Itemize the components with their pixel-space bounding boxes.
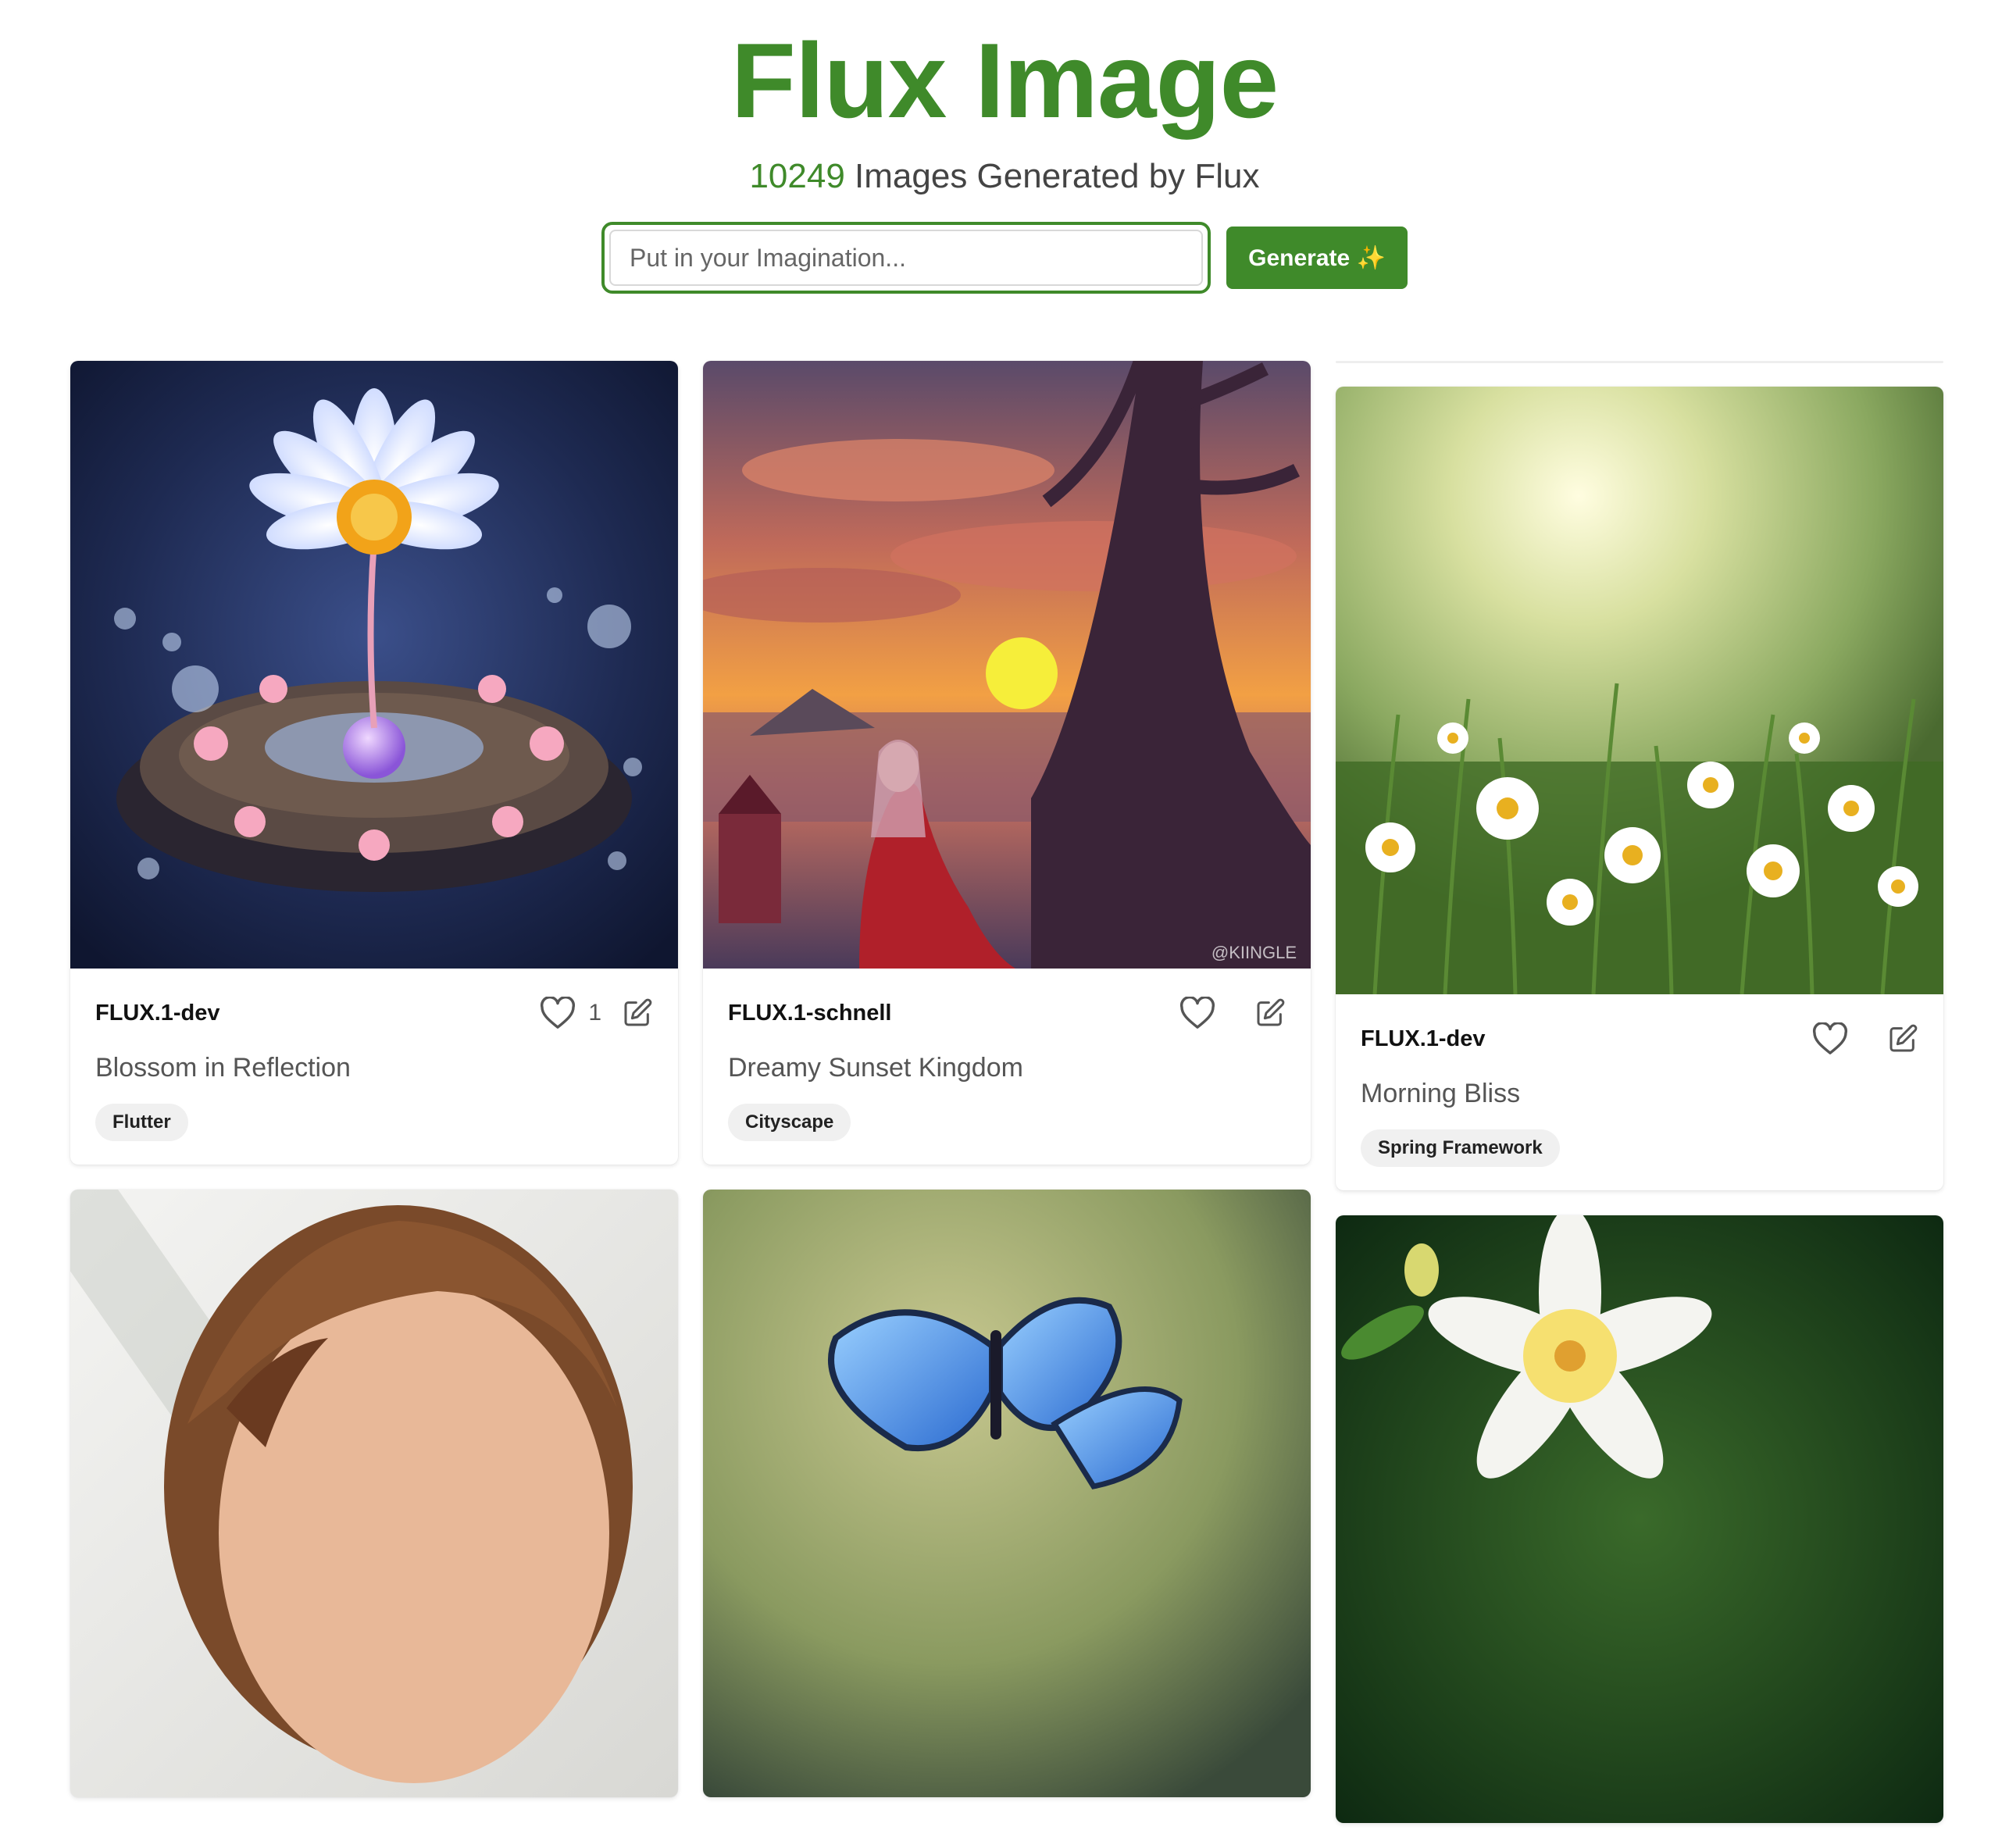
card-meta: FLUX.1-dev 1 — [95, 997, 653, 1029]
generate-button[interactable]: Generate ✨ — [1226, 227, 1408, 289]
gallery-column: FLUX.1-dev 1 Blossom in Reflection Flutt… — [70, 361, 678, 1822]
card-divider — [1336, 361, 1943, 363]
card-meta: FLUX.1-schnell — [728, 997, 1286, 1029]
card-image[interactable] — [703, 1190, 1311, 1797]
heart-icon — [1812, 1022, 1848, 1055]
image-title: Blossom in Reflection — [95, 1053, 351, 1083]
card-image[interactable] — [1336, 387, 1943, 995]
gallery-column: @KIINGLE FLUX.1-schnell Dreamy Sunset Ki… — [703, 361, 1311, 1822]
image-card[interactable]: FLUX.1-dev 1 Blossom in Reflection Flutt… — [70, 361, 678, 1165]
model-name: FLUX.1-schnell — [728, 1000, 892, 1026]
image-card[interactable] — [1336, 1215, 1943, 1823]
heart-icon — [540, 997, 576, 1029]
edit-icon[interactable] — [1254, 997, 1286, 1029]
model-name: FLUX.1-dev — [95, 1000, 220, 1026]
category-tag[interactable]: Cityscape — [728, 1104, 851, 1141]
image-title: Morning Bliss — [1361, 1079, 1521, 1108]
image-count: 10249 — [749, 157, 845, 195]
gallery-column: FLUX.1-dev Morning Bliss Spring Framewor… — [1336, 361, 1943, 1848]
card-details: FLUX.1-schnell Dreamy Sunset Kingdom Cit… — [703, 969, 1311, 1165]
edit-icon[interactable] — [622, 997, 653, 1029]
svg-text:@KIINGLE: @KIINGLE — [1211, 943, 1297, 962]
image-card[interactable]: FLUX.1-dev Morning Bliss Spring Framewor… — [1336, 387, 1943, 1190]
image-card[interactable] — [70, 1190, 678, 1797]
card-image[interactable] — [1336, 1215, 1943, 1823]
card-details: FLUX.1-dev Morning Bliss Spring Framewor… — [1336, 994, 1943, 1190]
card-meta: FLUX.1-dev — [1361, 1022, 1918, 1055]
card-image[interactable] — [70, 1190, 678, 1797]
like-count: 1 — [588, 1000, 601, 1026]
card-image[interactable]: @KIINGLE — [703, 361, 1311, 969]
category-tag[interactable]: Flutter — [95, 1104, 188, 1141]
heart-icon — [1179, 997, 1215, 1029]
page-title: Flux Image — [730, 21, 1279, 140]
category-tag[interactable]: Spring Framework — [1361, 1129, 1560, 1167]
card-image[interactable] — [70, 361, 678, 969]
like-button[interactable]: 1 — [540, 997, 601, 1029]
edit-icon[interactable] — [1887, 1023, 1918, 1054]
image-card[interactable]: @KIINGLE FLUX.1-schnell Dreamy Sunset Ki… — [703, 361, 1311, 1165]
image-title: Dreamy Sunset Kingdom — [728, 1053, 1023, 1083]
like-button[interactable] — [1812, 1022, 1848, 1055]
prompt-bar: Generate ✨ — [0, 222, 2009, 294]
model-name: FLUX.1-dev — [1361, 1026, 1486, 1051]
card-actions — [1812, 1022, 1918, 1055]
prompt-input[interactable] — [609, 230, 1203, 286]
card-details: FLUX.1-dev 1 Blossom in Reflection Flutt… — [70, 969, 678, 1165]
prompt-input-wrapper — [601, 222, 1211, 294]
card-actions: 1 — [540, 997, 653, 1029]
subtitle-text: Images Generated by Flux — [844, 157, 1260, 195]
page-subtitle: 10249 Images Generated by Flux — [0, 155, 2009, 198]
like-button[interactable] — [1179, 997, 1215, 1029]
card-actions — [1179, 997, 1286, 1029]
page-header: Flux Image 10249 Images Generated by Flu… — [0, 0, 2009, 294]
image-card[interactable] — [703, 1190, 1311, 1797]
